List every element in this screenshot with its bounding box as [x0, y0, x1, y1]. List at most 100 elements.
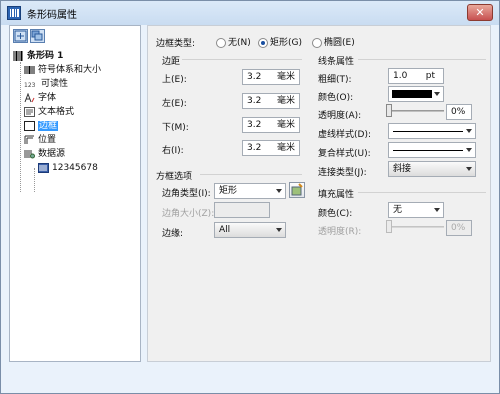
border-type-none-radio[interactable]: 无(N): [216, 35, 251, 48]
select-value: 斜接: [393, 164, 412, 174]
radio-label: 矩形(G): [270, 38, 302, 48]
border-type-rectangle-radio[interactable]: 矩形(G): [258, 35, 302, 48]
field-value: 3.2: [247, 96, 262, 106]
line-transparency-field[interactable]: 0%: [446, 104, 472, 120]
chevron-down-icon: [466, 129, 472, 133]
join-type-label: 连接类型(J):: [318, 168, 367, 178]
corner-type-select[interactable]: 矩形: [214, 183, 286, 199]
radio-label: 椭圆(E): [324, 38, 355, 48]
readability-icon: 123: [24, 81, 36, 89]
collapse-all-icon[interactable]: [30, 29, 45, 43]
corner-style-button[interactable]: [289, 182, 305, 198]
tree-item-position[interactable]: 位置: [24, 134, 56, 147]
fill-transparency-slider[interactable]: [386, 220, 444, 234]
tree-item-label: 符号体系和大小: [38, 65, 102, 75]
tree-item-label: 文本格式: [38, 107, 75, 117]
tree-item-text-format[interactable]: 文本格式: [24, 106, 74, 119]
slider-track: [386, 226, 444, 228]
data-field-icon: [38, 162, 49, 173]
tree-item-symbology[interactable]: 符号体系和大小: [24, 64, 101, 77]
chevron-down-icon: [466, 167, 472, 171]
radio-selected-icon: [258, 37, 268, 48]
unit-label: pt: [425, 71, 435, 81]
group-divider: [200, 174, 302, 175]
solid-line-sample: [393, 131, 463, 132]
dash-style-select[interactable]: [388, 123, 476, 139]
tree-item-data-field[interactable]: 12345678: [38, 162, 98, 175]
field-value: 3.2: [247, 143, 262, 153]
tree-item-datasource[interactable]: 数据源: [24, 148, 65, 161]
group-divider: [182, 59, 302, 60]
margin-bottom-label: 下(M):: [162, 123, 189, 133]
group-divider: [358, 59, 486, 60]
margin-left-label: 左(E):: [162, 99, 187, 109]
title-bar: 条形码属性 ✕: [1, 1, 499, 25]
line-color-picker[interactable]: [388, 86, 444, 102]
chevron-down-icon: [434, 92, 440, 96]
tree-item-readability[interactable]: 123 可读性: [24, 78, 68, 91]
fill-properties-group-title: 填充属性: [318, 190, 355, 200]
slider-thumb[interactable]: [386, 104, 392, 117]
fill-color-select[interactable]: 无: [388, 202, 444, 218]
unit-label: 毫米: [276, 96, 295, 106]
close-button[interactable]: ✕: [467, 4, 493, 21]
unit-label: 毫米: [276, 120, 295, 130]
join-type-select[interactable]: 斜接: [388, 161, 476, 177]
margin-right-field[interactable]: 3.2 毫米: [242, 140, 300, 156]
expand-all-icon[interactable]: [13, 29, 28, 43]
margins-group-title: 边距: [162, 57, 181, 67]
compound-style-select[interactable]: [388, 142, 476, 158]
thickness-field[interactable]: 1.0 pt: [388, 68, 444, 84]
fill-transparency-label: 透明度(R):: [318, 227, 362, 237]
corner-size-field[interactable]: [214, 202, 270, 218]
line-color-label: 颜色(O):: [318, 93, 354, 103]
field-value: 3.2: [247, 120, 262, 130]
tree-item-barcode-1[interactable]: 条形码 1: [13, 50, 63, 63]
slider-track: [386, 110, 444, 112]
line-properties-group-title: 线条属性: [318, 57, 355, 67]
barcode-app-icon: [7, 6, 21, 20]
corner-style-icon: [291, 183, 303, 196]
margin-bottom-field[interactable]: 3.2 毫米: [242, 117, 300, 133]
color-swatch: [392, 90, 432, 98]
tree-item-border[interactable]: 边框: [24, 120, 59, 133]
chevron-down-icon: [276, 228, 282, 232]
frame-options-group-title: 方框选项: [156, 172, 193, 182]
text-format-icon: [24, 106, 35, 117]
margin-right-label: 右(I):: [162, 146, 184, 156]
unit-label: 毫米: [276, 72, 295, 82]
property-tree-panel: 条形码 1 符号体系和大小 123 可读性 字体 文本格式 边框 位置 数据源 …: [9, 25, 141, 362]
barcode-properties-dialog: 条形码属性 ✕ 条形码 1 符号体系和大小 123 可读性 字体 文本格式 边框…: [0, 0, 500, 394]
field-value: 1.0: [393, 71, 408, 81]
margin-top-field[interactable]: 3.2 毫米: [242, 69, 300, 85]
thickness-label: 粗细(T):: [318, 75, 352, 85]
barcode-icon: [13, 50, 24, 61]
radio-label: 无(N): [228, 38, 251, 48]
border-type-ellipse-radio[interactable]: 椭圆(E): [312, 35, 355, 48]
tree-connector: [20, 62, 21, 192]
fill-transparency-field[interactable]: 0%: [446, 220, 472, 236]
tree-item-label: 字体: [38, 93, 57, 103]
select-value: All: [219, 225, 231, 235]
corner-type-label: 边角类型(I):: [162, 189, 211, 199]
field-value: 3.2: [247, 72, 262, 82]
tree-item-font[interactable]: 字体: [24, 92, 56, 105]
compound-style-label: 复合样式(U):: [318, 149, 371, 159]
font-icon: [24, 92, 35, 103]
radio-icon: [312, 37, 322, 48]
margin-left-field[interactable]: 3.2 毫米: [242, 93, 300, 109]
slider-thumb[interactable]: [386, 220, 392, 233]
border-icon: [24, 120, 35, 131]
margin-top-label: 上(E):: [162, 75, 187, 85]
tree-item-label: 条形码 1: [27, 51, 64, 61]
datasource-icon: [24, 149, 35, 159]
tree-item-label: 数据源: [38, 149, 66, 159]
fill-color-label: 颜色(C):: [318, 209, 353, 219]
edges-select[interactable]: All: [214, 222, 286, 238]
border-properties-panel: 边框类型: 无(N) 矩形(G) 椭圆(E) 边距 上(E): 3.2 毫米 左(…: [147, 25, 491, 362]
solid-line-sample: [393, 150, 463, 151]
unit-label: 毫米: [276, 143, 295, 153]
line-transparency-slider[interactable]: [386, 104, 444, 118]
group-divider: [358, 192, 486, 193]
chevron-down-icon: [276, 189, 282, 193]
